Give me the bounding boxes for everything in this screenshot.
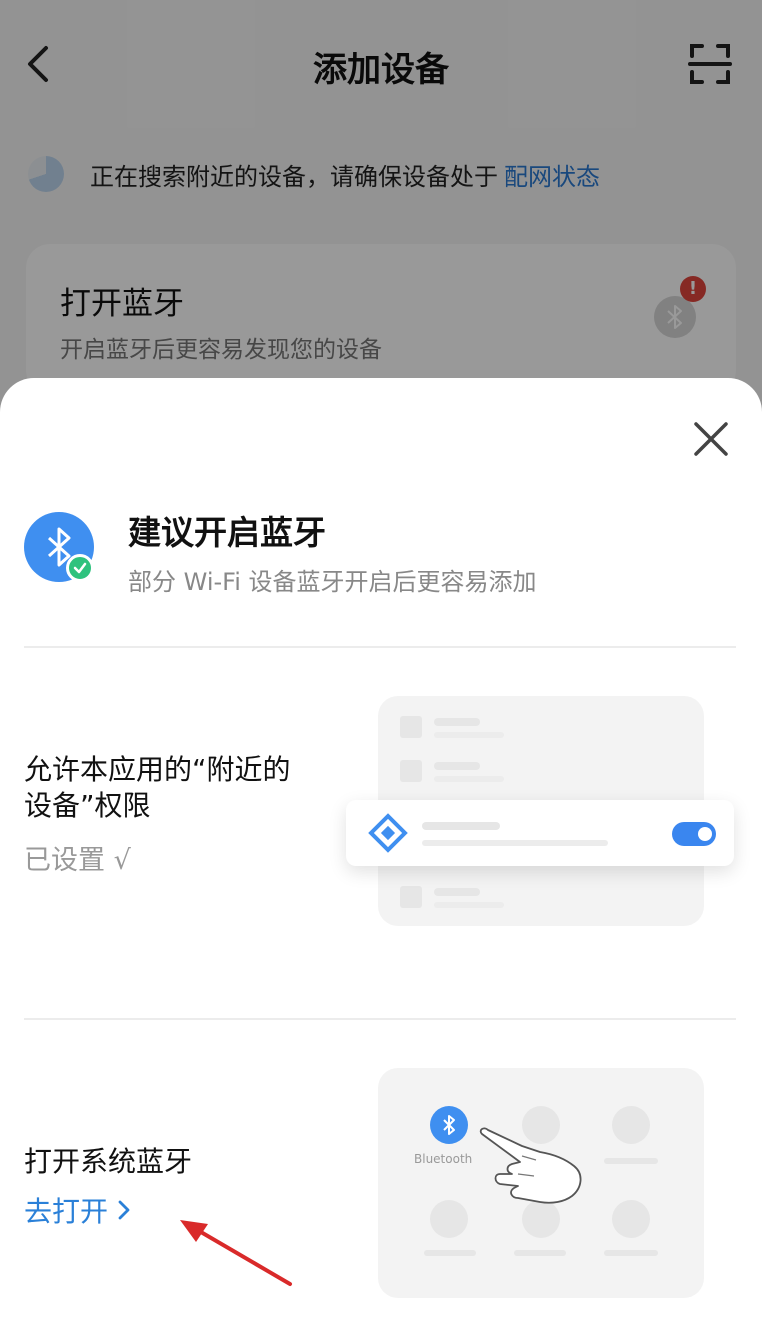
divider (24, 1018, 736, 1020)
sheet-title: 建议开启蓝牙 (128, 513, 326, 552)
permission-toggle-card (346, 800, 734, 866)
close-icon (694, 422, 728, 456)
system-bluetooth-label: 打开系统蓝牙 (24, 1145, 193, 1178)
hand-pointer-icon (479, 1127, 582, 1204)
open-bluetooth-label: 去打开 (24, 1195, 109, 1228)
permission-status: 已设置 √ (24, 845, 131, 876)
sheet-subtitle: 部分 Wi-Fi 设备蓝牙开启后更容易添加 (128, 568, 537, 596)
red-arrow-annotation-icon (180, 1220, 292, 1286)
check-icon (66, 554, 94, 582)
toggle-switch (672, 822, 716, 846)
bluetooth-tile-label: Bluetooth (414, 1152, 473, 1166)
nearby-devices-permission-label: 允许本应用的“附近的设备”权限 (24, 753, 291, 822)
diamond-icon (368, 813, 408, 853)
bluetooth-suggestion-sheet: 建议开启蓝牙 部分 Wi-Fi 设备蓝牙开启后更容易添加 允许本应用的“附近的设… (0, 378, 762, 1332)
bluetooth-icon (430, 1106, 468, 1144)
divider (24, 646, 736, 648)
open-bluetooth-button[interactable]: 去打开 (24, 1190, 130, 1230)
close-button[interactable] (688, 416, 734, 462)
chevron-right-icon (118, 1200, 130, 1220)
system-bluetooth-illustration: Bluetooth (378, 1068, 704, 1298)
